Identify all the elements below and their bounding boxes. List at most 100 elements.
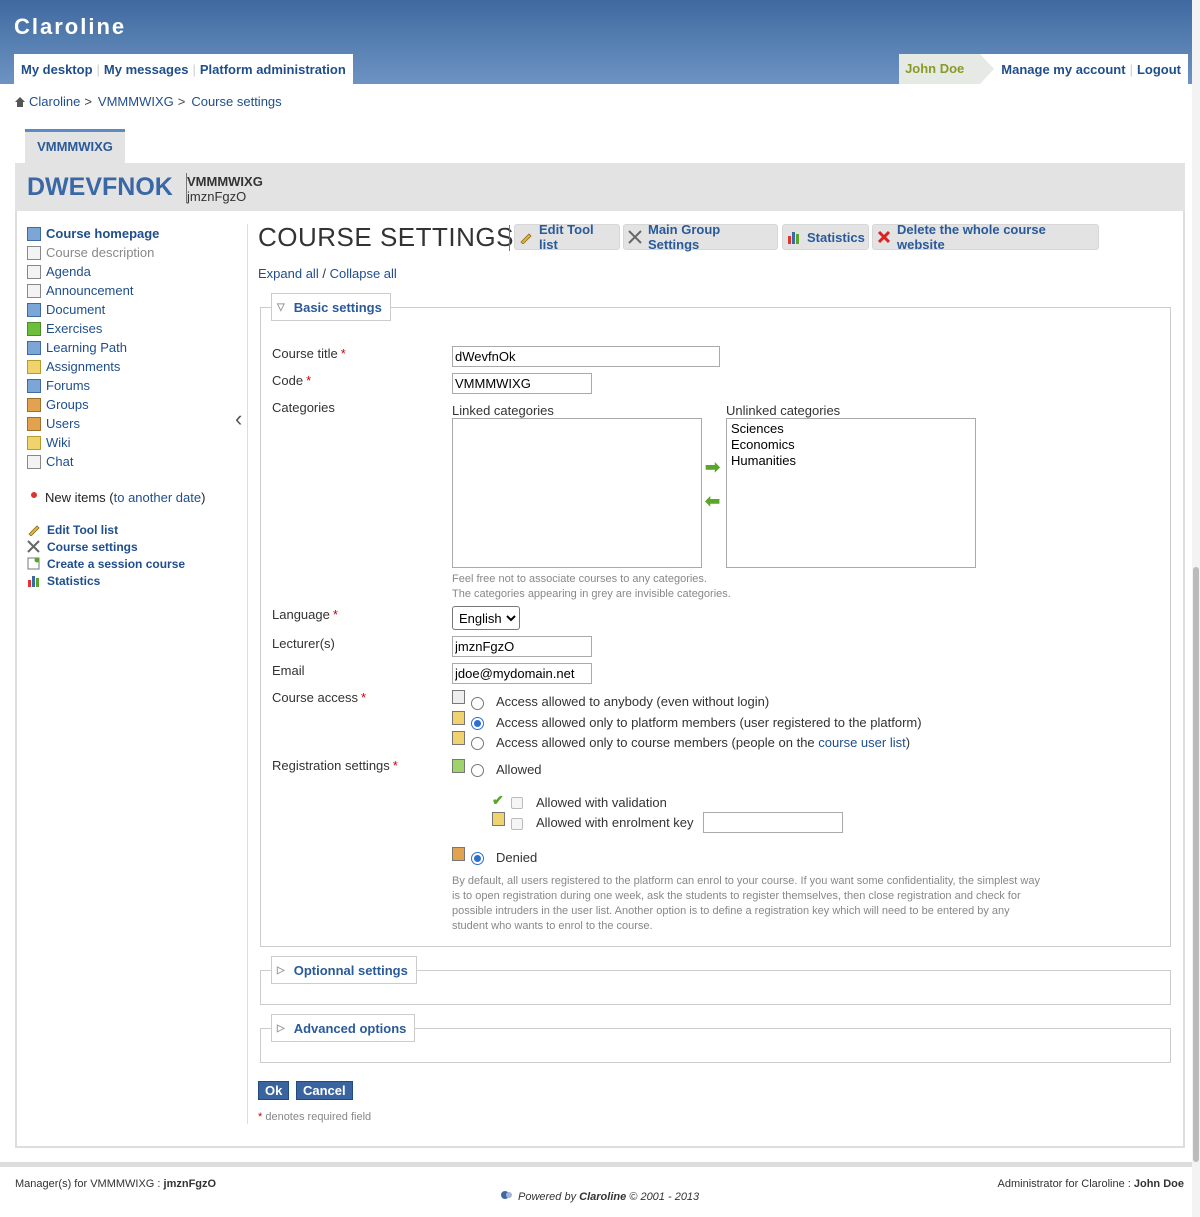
enrolment-key-input[interactable] (703, 812, 843, 833)
tool-label[interactable]: Chat (46, 454, 73, 469)
tool-groups[interactable]: Groups (27, 395, 239, 414)
registration-help-line: possible intruders in the user list. Ano… (452, 905, 1010, 917)
category-option[interactable]: Sciences (731, 421, 971, 437)
breadcrumb-current[interactable]: Course settings (191, 94, 281, 109)
platform-administration-link[interactable]: Platform administration (197, 62, 349, 77)
tool-label[interactable]: Agenda (46, 264, 91, 279)
page-scrollbar[interactable] (1192, 0, 1200, 1217)
course-settings-label[interactable]: Course settings (47, 540, 138, 554)
course-title-input[interactable] (452, 346, 720, 367)
access-platform-radio[interactable] (471, 717, 484, 730)
to-another-date-link[interactable]: to another date (114, 490, 201, 505)
tool-label[interactable]: Forums (46, 378, 90, 393)
course-user-list-link[interactable]: course user list (818, 735, 905, 750)
tool-label[interactable]: Document (46, 302, 105, 317)
delete-course-button[interactable]: Delete the whole course website (872, 222, 1099, 252)
edit-tool-list-link[interactable]: Edit Tool list (27, 521, 185, 538)
tool-label[interactable]: Exercises (46, 321, 102, 336)
code-label: Code * (272, 373, 311, 388)
advanced-options-toggle[interactable]: ▷ Advanced options (271, 1014, 416, 1042)
access-course-radio[interactable] (471, 737, 484, 750)
enrolment-key-checkbox[interactable] (511, 818, 523, 830)
arrow-right-icon[interactable]: ➡ (705, 458, 723, 476)
my-messages-link[interactable]: My messages (101, 62, 192, 77)
tool-exercises[interactable]: Exercises (27, 319, 239, 338)
tool-label[interactable]: Wiki (46, 435, 71, 450)
statistics-link[interactable]: Statistics (27, 572, 185, 589)
managers-name[interactable]: jmznFgzO (164, 1178, 217, 1190)
category-option[interactable]: Humanities (731, 453, 971, 469)
unlinked-categories-list[interactable]: Sciences Economics Humanities (726, 418, 976, 568)
tool-learning-path[interactable]: Learning Path (27, 338, 239, 357)
tool-assignments[interactable]: Assignments (27, 357, 239, 376)
category-option[interactable]: Economics (731, 437, 971, 453)
create-session-course-link[interactable]: Create a session course (27, 555, 185, 572)
validation-label[interactable]: Allowed with validation (536, 795, 667, 810)
access-anybody-radio[interactable] (471, 697, 484, 710)
optional-settings-toggle[interactable]: ▷ Optionnal settings (271, 956, 417, 984)
access-course-label[interactable]: Access allowed only to course members (p… (496, 735, 910, 750)
collapse-sidebar-icon[interactable]: ‹ (235, 406, 242, 432)
course-tab[interactable]: VMMMWIXG (25, 129, 125, 163)
linked-categories-list[interactable] (452, 418, 702, 568)
tool-label[interactable]: Groups (46, 397, 89, 412)
edit-tool-list-button[interactable]: Edit Tool list (514, 222, 620, 252)
tool-course-description[interactable]: Course description (27, 243, 239, 262)
tool-label[interactable]: Assignments (46, 359, 120, 374)
footer-bar (0, 1162, 1200, 1167)
my-desktop-link[interactable]: My desktop (18, 62, 96, 77)
tool-label[interactable]: Announcement (46, 283, 133, 298)
access-platform-icon (452, 711, 465, 725)
registration-denied-label[interactable]: Denied (496, 850, 537, 865)
tool-wiki[interactable]: Wiki (27, 433, 239, 452)
basic-settings-toggle[interactable]: ▽ Basic settings (271, 293, 391, 321)
ok-button[interactable]: Ok (258, 1081, 290, 1100)
collapse-all-link[interactable]: Collapse all (330, 266, 397, 281)
edit-tool-list-label[interactable]: Edit Tool list (47, 523, 118, 537)
course-settings-link[interactable]: Course settings (27, 538, 185, 555)
platform-name[interactable]: Claroline (14, 14, 126, 40)
tool-label[interactable]: Learning Path (46, 340, 127, 355)
access-platform-label[interactable]: Access allowed only to platform members … (496, 715, 922, 730)
registration-allowed-radio[interactable] (471, 764, 484, 777)
email-input[interactable] (452, 663, 592, 684)
footer-managers: Manager(s) for VMMMWIXG : jmznFgzO (15, 1178, 216, 1190)
powered-brand[interactable]: Claroline (579, 1191, 626, 1203)
breadcrumb-platform[interactable]: Claroline (29, 94, 80, 109)
create-session-course-label[interactable]: Create a session course (47, 557, 185, 571)
cancel-button[interactable]: Cancel (296, 1081, 353, 1100)
tool-document[interactable]: Document (27, 300, 239, 319)
tool-label[interactable]: Course homepage (46, 226, 159, 241)
statistics-label[interactable]: Statistics (47, 574, 100, 588)
logout-link[interactable]: Logout (1134, 62, 1184, 77)
breadcrumb-course[interactable]: VMMMWIXG (98, 94, 174, 109)
access-anybody-label[interactable]: Access allowed to anybody (even without … (496, 694, 769, 709)
statistics-button[interactable]: Statistics (782, 224, 869, 250)
course-header: DWEVFNOK VMMMWIXG jmznFgzO (15, 163, 1185, 211)
tool-label[interactable]: Course description (46, 245, 154, 260)
tool-users[interactable]: Users (27, 414, 239, 433)
tool-course-homepage[interactable]: Course homepage (27, 224, 239, 243)
tool-agenda[interactable]: Agenda (27, 262, 239, 281)
course-code-title[interactable]: DWEVFNOK (27, 173, 173, 202)
manage-account-link[interactable]: Manage my account (998, 62, 1128, 77)
arrow-left-icon[interactable]: ⬅ (705, 492, 723, 510)
lecturers-input[interactable] (452, 636, 592, 657)
registration-allowed-label[interactable]: Allowed (496, 762, 542, 777)
tools-icon (27, 540, 40, 553)
main-group-settings-button[interactable]: Main Group Settings (623, 222, 778, 252)
expand-all-link[interactable]: Expand all (258, 266, 319, 281)
admin-name[interactable]: John Doe (1134, 1178, 1184, 1190)
scroll-thumb[interactable] (1193, 567, 1199, 1162)
validation-checkbox[interactable] (511, 797, 523, 809)
enrolment-key-label[interactable]: Allowed with enrolment key (536, 815, 694, 830)
tool-label[interactable]: Users (46, 416, 80, 431)
tool-chat[interactable]: Chat (27, 452, 239, 471)
tool-forums[interactable]: Forums (27, 376, 239, 395)
categories-help-line: The categories appearing in grey are inv… (452, 588, 731, 600)
tool-announcement[interactable]: Announcement (27, 281, 239, 300)
code-input[interactable] (452, 373, 592, 394)
access-course-icon (452, 731, 465, 745)
language-select[interactable]: English (452, 606, 520, 630)
registration-denied-radio[interactable] (471, 852, 484, 865)
